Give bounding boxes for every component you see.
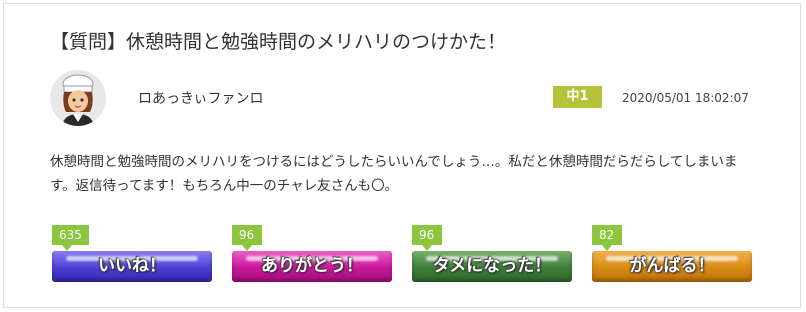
thanks-count: 96 (232, 225, 262, 251)
reaction-cheer: 82 がんばる！ (592, 225, 754, 282)
like-button-label: いいね！ (98, 256, 166, 276)
like-count: 635 (52, 225, 89, 251)
helpful-button[interactable]: タメになった！ (412, 251, 572, 282)
post-body: 休憩時間と勉強時間のメリハリをつけるにはどうしたらいいんでしょう…。私だと休憩時… (50, 154, 738, 194)
user-avatar-icon (50, 70, 106, 126)
post-title: 【質問】休憩時間と勉強時間のメリハリのつけかた！ (50, 31, 507, 53)
reaction-thanks: 96 ありがとう！ (232, 225, 394, 282)
reaction-like: 635 いいね！ (52, 225, 214, 282)
thanks-button-label: ありがとう！ (261, 256, 363, 276)
helpful-button-label: タメになった！ (432, 256, 552, 276)
avatar[interactable] (50, 70, 106, 126)
cheer-count: 82 (592, 225, 622, 251)
username[interactable]: ロあっきぃファンロ (138, 89, 263, 109)
grade-badge: 中1 (553, 86, 602, 108)
helpful-count: 96 (412, 225, 442, 251)
thanks-button[interactable]: ありがとう！ (232, 251, 392, 282)
post-timestamp: 2020/05/01 18:02:07 (622, 91, 749, 105)
cheer-button-label: がんばる！ (629, 256, 715, 276)
like-button[interactable]: いいね！ (52, 251, 212, 282)
reaction-helpful: 96 タメになった！ (412, 225, 574, 282)
cheer-button[interactable]: がんばる！ (592, 251, 752, 282)
